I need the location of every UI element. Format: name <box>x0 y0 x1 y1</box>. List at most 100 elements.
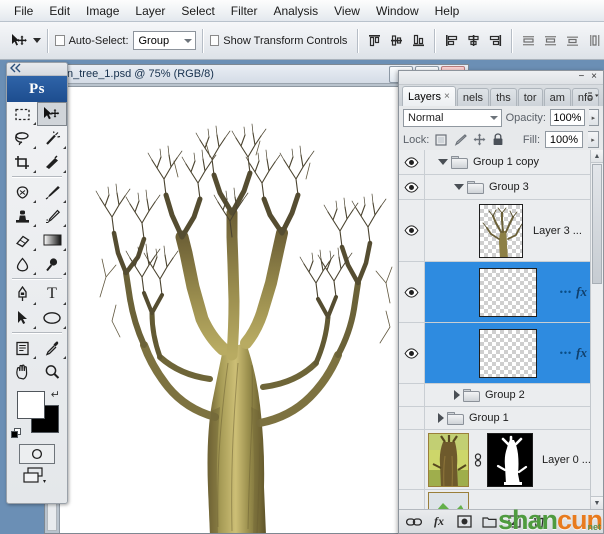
crop-tool[interactable] <box>7 150 37 174</box>
distribute-left-edges-icon[interactable] <box>585 31 604 50</box>
layer-thumbnail[interactable] <box>428 433 469 487</box>
tool-preset-picker[interactable] <box>8 31 41 51</box>
group-disclosure-triangle[interactable] <box>454 184 464 190</box>
lock-image-pixels-icon[interactable] <box>453 133 467 147</box>
panel-title-bar[interactable]: − × <box>399 71 603 85</box>
move-tool[interactable] <box>37 102 67 126</box>
blend-mode-dropdown[interactable]: Normal <box>403 109 502 127</box>
tab-paths[interactable]: ths <box>490 88 517 106</box>
layer-visibility-toggle[interactable] <box>399 407 425 429</box>
layer-visibility-toggle[interactable] <box>399 175 425 199</box>
table-row[interactable]: Group 1 <box>399 407 603 430</box>
opacity-value[interactable]: 100% <box>550 109 585 126</box>
table-row[interactable]: Layer 0 ... <box>399 430 603 490</box>
distribute-vertical-centers-icon[interactable] <box>541 31 560 50</box>
tab-layers[interactable]: Layers × <box>402 86 456 106</box>
link-mask-icon[interactable] <box>472 452 484 468</box>
tab-channels[interactable]: nels <box>457 88 489 106</box>
group-disclosure-triangle[interactable] <box>438 413 444 423</box>
table-row[interactable]: Group 3 <box>399 175 603 200</box>
shape-tool[interactable] <box>37 306 67 330</box>
eyedropper-tool[interactable] <box>37 336 67 360</box>
opacity-stepper[interactable]: ▸ <box>589 109 599 126</box>
swap-colors-icon[interactable]: ↵ <box>51 388 60 401</box>
foreground-color-swatch[interactable] <box>17 391 45 419</box>
lock-position-icon[interactable] <box>472 133 486 147</box>
layer-name[interactable]: Group 3 <box>489 181 529 193</box>
rectangular-marquee-tool[interactable] <box>7 102 37 126</box>
hand-tool[interactable] <box>7 360 37 384</box>
add-layer-mask-icon[interactable] <box>456 514 472 530</box>
scrollbar-thumb[interactable] <box>592 164 602 284</box>
healing-brush-tool[interactable] <box>7 180 37 204</box>
auto-select-dropdown[interactable]: Group <box>133 31 196 50</box>
table-row[interactable]: Layer 3 ... <box>399 200 603 262</box>
align-bottom-edges-icon[interactable] <box>409 31 428 50</box>
menu-item-layer[interactable]: Layer <box>127 1 173 21</box>
history-brush-tool[interactable] <box>37 204 67 228</box>
tab-histogram[interactable]: am <box>544 88 571 106</box>
pen-tool[interactable] <box>7 282 37 306</box>
default-colors-icon[interactable] <box>11 428 22 439</box>
layer-name[interactable]: Group 1 <box>469 412 509 424</box>
menu-item-view[interactable]: View <box>326 1 368 21</box>
close-icon[interactable]: × <box>444 91 450 102</box>
fill-value[interactable]: 100% <box>545 131 583 148</box>
group-disclosure-triangle[interactable] <box>454 390 460 400</box>
menu-item-analysis[interactable]: Analysis <box>265 1 326 21</box>
lock-transparent-pixels-icon[interactable] <box>434 133 448 147</box>
layer-name[interactable]: Layer 0 ... <box>542 454 591 466</box>
panel-minimize-close-icons[interactable]: − × <box>579 71 599 82</box>
toolbox-grip[interactable] <box>7 63 67 76</box>
type-tool[interactable]: T <box>37 282 67 306</box>
scroll-up-arrow-icon[interactable]: ▲ <box>591 150 603 163</box>
group-disclosure-triangle[interactable] <box>438 159 448 165</box>
lock-all-icon[interactable] <box>491 133 505 147</box>
notes-tool[interactable] <box>7 336 37 360</box>
table-row[interactable]: Group 2 <box>399 384 603 407</box>
add-layer-style-icon[interactable]: fx <box>431 514 447 530</box>
gradient-tool[interactable] <box>37 228 67 252</box>
menu-item-window[interactable]: Window <box>368 1 427 21</box>
table-row[interactable]: Group 1 copy <box>399 150 603 175</box>
table-row[interactable]: ••• fx <box>399 262 603 323</box>
link-layers-icon[interactable] <box>406 514 422 530</box>
path-selection-tool[interactable] <box>7 306 37 330</box>
menu-item-filter[interactable]: Filter <box>223 1 266 21</box>
layer-visibility-toggle[interactable] <box>399 384 425 406</box>
align-vertical-centers-icon[interactable] <box>387 31 406 50</box>
brush-tool[interactable] <box>37 180 67 204</box>
auto-select-checkbox[interactable] <box>55 35 65 46</box>
layer-visibility-toggle[interactable] <box>399 323 425 383</box>
slice-tool[interactable] <box>37 150 67 174</box>
new-group-icon[interactable] <box>481 514 497 530</box>
lasso-tool[interactable] <box>7 126 37 150</box>
layer-list[interactable]: Group 1 copy Group 3 <box>399 150 603 509</box>
canvas-sheet[interactable] <box>59 86 456 533</box>
quick-mask-icon[interactable] <box>19 444 55 464</box>
panel-menu-icon[interactable] <box>586 89 601 104</box>
dodge-tool[interactable] <box>37 252 67 276</box>
align-top-edges-icon[interactable] <box>365 31 384 50</box>
layer-visibility-toggle[interactable] <box>399 200 425 261</box>
layer-visibility-toggle[interactable] <box>399 262 425 322</box>
menu-item-edit[interactable]: Edit <box>41 1 78 21</box>
screen-mode-icon[interactable] <box>19 467 55 487</box>
layer-name[interactable]: Group 2 <box>485 389 525 401</box>
layer-visibility-toggle[interactable] <box>399 150 425 174</box>
align-right-edges-icon[interactable] <box>486 31 505 50</box>
layer-mask-thumbnail[interactable] <box>487 433 533 487</box>
layer-thumbnail[interactable] <box>479 268 537 317</box>
layer-thumbnail[interactable] <box>479 204 523 258</box>
blur-tool[interactable] <box>7 252 37 276</box>
layer-thumbnail[interactable] <box>428 492 469 510</box>
fill-stepper[interactable]: ▸ <box>588 131 599 148</box>
layer-list-scrollbar[interactable]: ▲ ▼ <box>590 150 603 509</box>
clone-stamp-tool[interactable] <box>7 204 37 228</box>
layer-visibility-toggle[interactable] <box>399 490 425 509</box>
table-row[interactable]: ••• fx <box>399 323 603 384</box>
distribute-bottom-edges-icon[interactable] <box>563 31 582 50</box>
layer-thumbnail[interactable] <box>479 329 537 378</box>
magic-wand-tool[interactable] <box>37 126 67 150</box>
distribute-top-edges-icon[interactable] <box>519 31 538 50</box>
